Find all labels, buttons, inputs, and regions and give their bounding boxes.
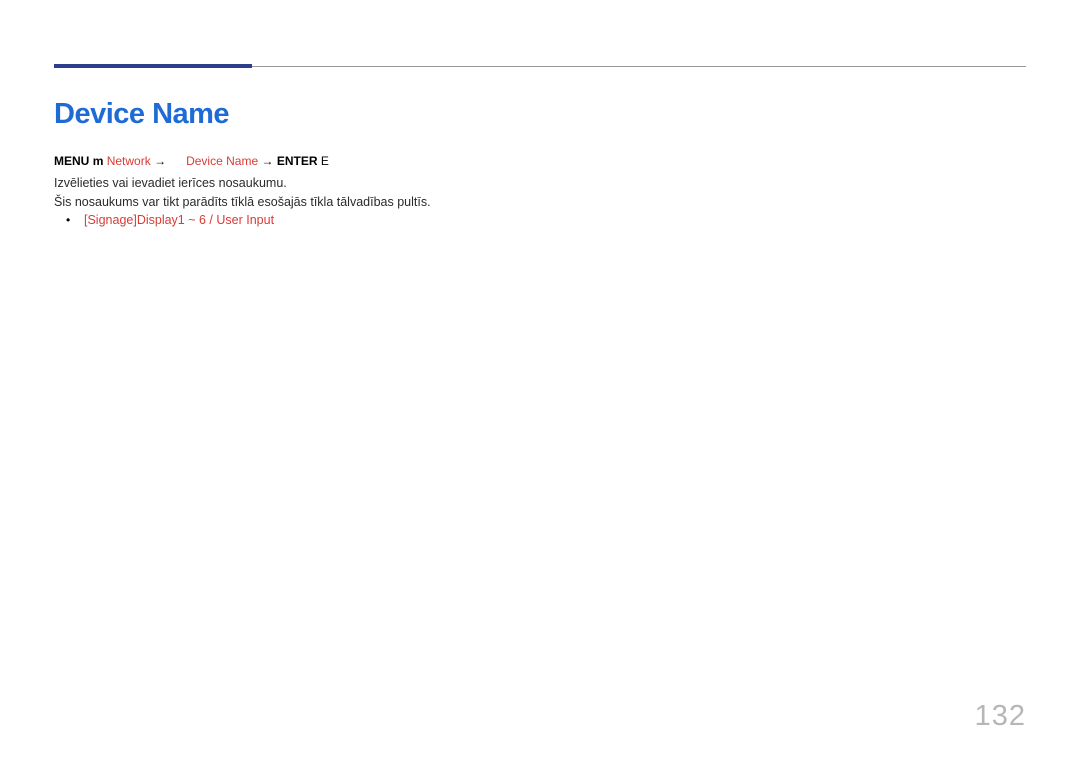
top-rule-accent [54,64,252,68]
page-container: Device Name MENU m Network → Device Name… [0,0,1080,763]
breadcrumb-menu-label: MENU [54,154,89,168]
breadcrumb-menu-symbol: m [93,154,104,168]
arrow-icon: → [154,154,166,168]
breadcrumb-enter-label: ENTER [277,154,318,168]
list-item-text: [Signage]Display1 ~ 6 / User Input [84,213,274,227]
breadcrumb-device-name: Device Name [186,154,258,168]
breadcrumb: MENU m Network → Device Name → ENTER E [54,154,329,168]
page-number: 132 [975,700,1026,733]
arrow-icon: → [261,154,273,168]
body-text-line-1: Izvēlieties vai ievadiet ierīces nosauku… [54,174,287,193]
body-text-line-2: Šis nosaukums var tikt parādīts tīklā es… [54,193,431,212]
breadcrumb-enter-symbol: E [321,154,329,168]
page-title: Device Name [54,98,229,131]
breadcrumb-network: Network [107,154,151,168]
option-list: [Signage]Display1 ~ 6 / User Input [66,213,274,227]
list-item: [Signage]Display1 ~ 6 / User Input [66,213,274,227]
